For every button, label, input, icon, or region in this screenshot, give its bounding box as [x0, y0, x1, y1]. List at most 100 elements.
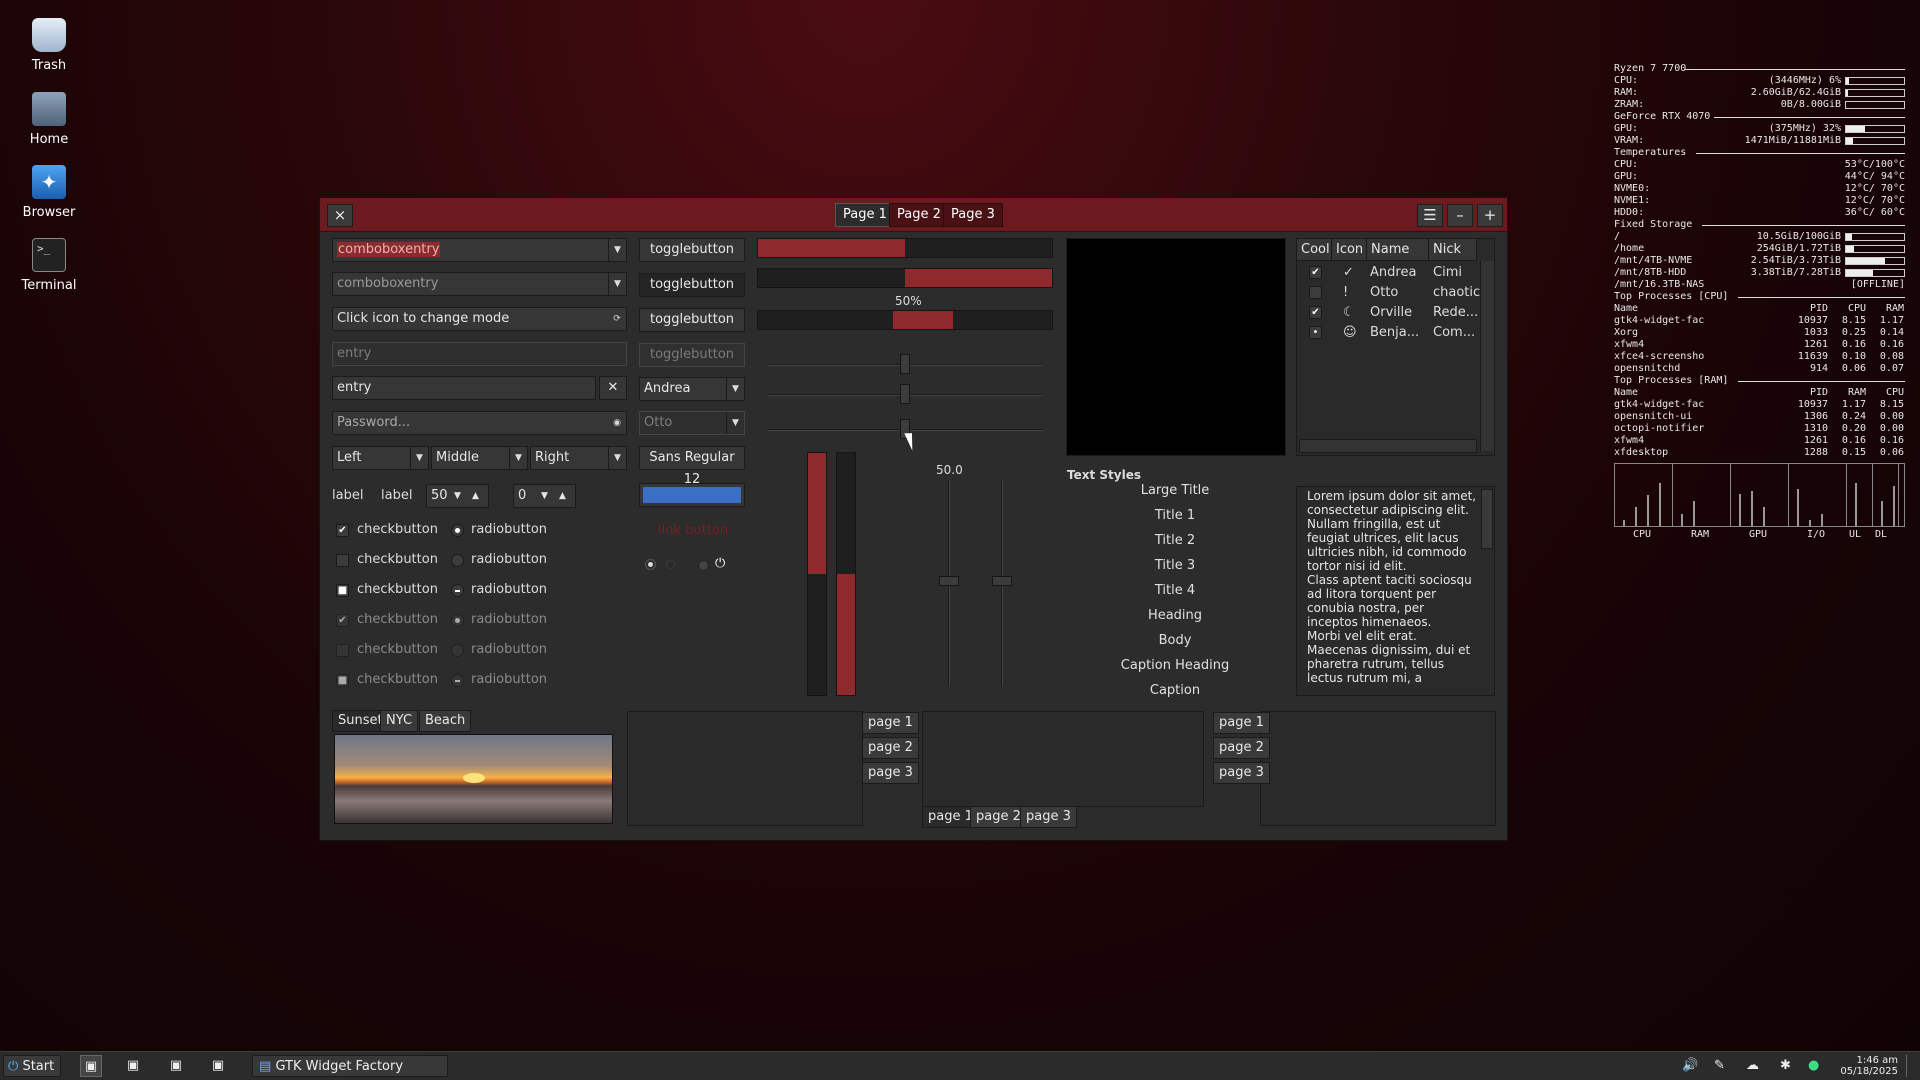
column-header-nick[interactable]: Nick: [1429, 239, 1477, 261]
tab-page-2[interactable]: Page 2: [889, 203, 949, 227]
checkbutton-label[interactable]: checkbutton: [357, 522, 438, 537]
chevron-down-icon[interactable]: ▼: [410, 447, 428, 469]
tab-page-3[interactable]: Page 3: [943, 203, 1003, 227]
align-left-combo[interactable]: Left ▼: [332, 446, 429, 470]
start-label: Start: [22, 1059, 55, 1074]
spin-down-icon[interactable]: ▼: [541, 485, 548, 507]
spin-button-1[interactable]: 50 ▼ ▲: [426, 484, 489, 508]
tree-cool-checkbox[interactable]: ✔: [1309, 306, 1322, 319]
nb2-tab-page-2[interactable]: page 2: [970, 806, 1027, 828]
tree-cool-checkbox[interactable]: •: [1309, 326, 1322, 339]
nb1-tab-page-2[interactable]: page 2: [862, 737, 919, 759]
nb1-tab-page-1[interactable]: page 1: [862, 712, 919, 734]
desktop-icon-trash[interactable]: Trash: [14, 18, 84, 73]
password-entry[interactable]: Password... ◉: [332, 411, 627, 435]
nb3-tab-page-2[interactable]: page 2: [1213, 737, 1270, 759]
nb3-tab-page-1[interactable]: page 1: [1213, 712, 1270, 734]
column-header-icon[interactable]: Icon: [1332, 239, 1367, 261]
tree-row[interactable]: • ☺ Benja... Com...: [1297, 323, 1477, 343]
stack-tab-beach[interactable]: Beach: [419, 710, 472, 732]
checkbox-checked[interactable]: ✔: [336, 524, 349, 537]
spin-up-icon[interactable]: ▲: [559, 485, 566, 507]
chevron-down-icon[interactable]: ▼: [726, 378, 744, 400]
chevron-down-icon[interactable]: ▼: [608, 239, 626, 261]
start-button[interactable]: ⏻ Start: [3, 1055, 61, 1077]
eye-icon[interactable]: ◉: [608, 412, 626, 434]
column-header-name[interactable]: Name: [1367, 239, 1429, 261]
desktop-icon-home[interactable]: Home: [14, 92, 84, 147]
combo-andrea[interactable]: Andrea ▼: [639, 377, 745, 401]
workspace-4-button[interactable]: ▣: [207, 1055, 229, 1077]
radiobutton-label[interactable]: radiobutton: [471, 522, 547, 537]
spin-up-icon[interactable]: ▲: [472, 485, 479, 507]
chevron-down-icon[interactable]: ▼: [608, 447, 626, 469]
tree-row[interactable]: ! Otto chaotic: [1297, 283, 1480, 303]
align-middle-combo[interactable]: Middle ▼: [431, 446, 528, 470]
spin-down-icon[interactable]: ▼: [454, 485, 461, 507]
togglebutton-2-active[interactable]: togglebutton: [639, 273, 745, 297]
workspace-2-button[interactable]: ▣: [122, 1055, 144, 1077]
text-view[interactable]: Lorem ipsum dolor sit amet, consectetur …: [1296, 486, 1495, 696]
radiobutton-label[interactable]: radiobutton: [471, 582, 547, 597]
checkbutton-label[interactable]: checkbutton: [357, 552, 438, 567]
togglebutton-1[interactable]: togglebutton: [639, 238, 745, 262]
mode-entry[interactable]: Click icon to change mode ⟳: [332, 307, 627, 331]
radio-inconsistent[interactable]: [451, 584, 464, 597]
comboboxentry-2[interactable]: comboboxentry ▼: [332, 272, 627, 296]
vscale-2-thumb[interactable]: [992, 576, 1012, 586]
switch-off-icon[interactable]: [698, 560, 709, 571]
radiobutton-label[interactable]: radiobutton: [471, 552, 547, 567]
nb2-tab-page-3[interactable]: page 3: [1020, 806, 1077, 828]
checkbutton-label[interactable]: checkbutton: [357, 582, 438, 597]
desktop-icon-browser[interactable]: ✦ Browser: [14, 165, 84, 220]
power-icon[interactable]: ⏻: [715, 556, 725, 571]
color-button[interactable]: [639, 483, 745, 507]
link-button[interactable]: link button: [658, 523, 728, 538]
menu-button[interactable]: ☰: [1417, 204, 1443, 227]
pen-tool-icon[interactable]: ✎: [1714, 1055, 1732, 1077]
nb1-tab-page-3[interactable]: page 3: [862, 762, 919, 784]
tree-hscrollbar[interactable]: [1299, 439, 1477, 453]
radio-unselected[interactable]: [451, 554, 464, 567]
textview-scrollbar-thumb[interactable]: [1481, 489, 1493, 549]
hscale-1-thumb[interactable]: [900, 354, 910, 374]
tree-vscrollbar[interactable]: [1480, 261, 1494, 451]
workspace-3-button[interactable]: ▣: [165, 1055, 187, 1077]
entry-with-clear[interactable]: entry: [332, 376, 596, 400]
font-button[interactable]: Sans Regular 12: [639, 446, 745, 487]
tree-row[interactable]: ✔ ☾ Orville Rede...: [1297, 303, 1478, 323]
show-desktop-button[interactable]: [1906, 1055, 1916, 1077]
stack-tab-nyc[interactable]: NYC: [380, 710, 419, 732]
clock[interactable]: 1:46 am 05/18/2025: [1838, 1055, 1898, 1077]
chevron-down-icon[interactable]: ▼: [608, 273, 626, 295]
vscale-1-thumb[interactable]: [939, 576, 959, 586]
checkbox-inconsistent[interactable]: ■: [336, 584, 349, 597]
radio-selected[interactable]: [451, 524, 464, 537]
minimize-button[interactable]: –: [1447, 204, 1473, 227]
maximize-button[interactable]: +: [1477, 204, 1503, 227]
bluetooth-icon[interactable]: ✱: [1780, 1055, 1794, 1077]
hscale-2-thumb[interactable]: [900, 384, 910, 404]
volume-icon[interactable]: 🔊: [1682, 1055, 1700, 1077]
workspace-1-button[interactable]: ▣: [80, 1055, 102, 1077]
clear-entry-button[interactable]: ✕: [599, 376, 627, 400]
radio-dot-icon[interactable]: [646, 560, 655, 569]
nb3-tab-page-3[interactable]: page 3: [1213, 762, 1270, 784]
tree-cool-checkbox[interactable]: [1309, 286, 1322, 299]
refresh-icon[interactable]: ⟳: [608, 308, 626, 330]
tab-page-1[interactable]: Page 1: [835, 203, 895, 227]
align-right-combo[interactable]: Right ▼: [530, 446, 627, 470]
network-status-icon[interactable]: ●: [1808, 1055, 1826, 1077]
desktop-icon-terminal[interactable]: >_ Terminal: [14, 238, 84, 293]
column-header-cool[interactable]: Cool: [1297, 239, 1332, 261]
togglebutton-3[interactable]: togglebutton: [639, 308, 745, 332]
tree-row[interactable]: ✔ ✓ Andrea Cimi: [1297, 263, 1477, 283]
taskbar-window-gtk-widget-factory[interactable]: ▤ GTK Widget Factory: [252, 1055, 448, 1077]
tree-cool-checkbox[interactable]: ✔: [1309, 266, 1322, 279]
close-window-button[interactable]: ×: [327, 204, 353, 227]
spin-button-2[interactable]: 0 ▼ ▲: [513, 484, 576, 508]
cloud-sync-icon[interactable]: ☁: [1746, 1055, 1768, 1077]
chevron-down-icon[interactable]: ▼: [509, 447, 527, 469]
comboboxentry-1[interactable]: comboboxentry ▼: [332, 238, 627, 262]
checkbox-unchecked[interactable]: [336, 554, 349, 567]
